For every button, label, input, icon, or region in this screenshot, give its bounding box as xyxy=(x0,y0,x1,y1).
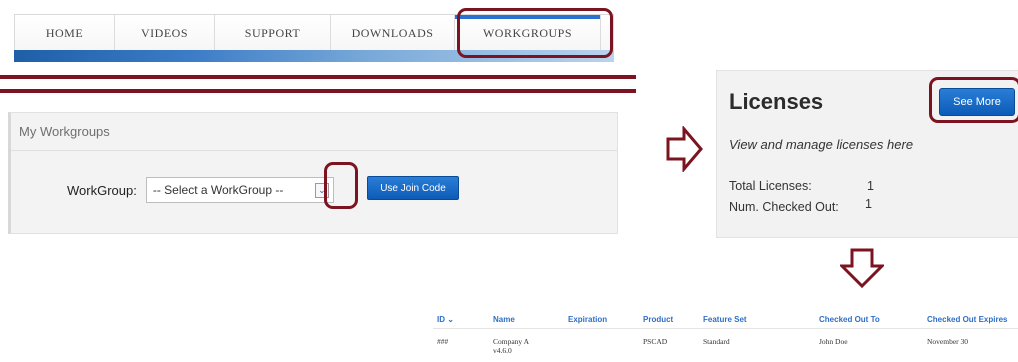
workgroup-select-row: WorkGroup: -- Select a WorkGroup -- ⌄ xyxy=(67,177,334,203)
table-cell-checked-out-expires: November 30 xyxy=(927,337,969,346)
checked-out-value: 1 xyxy=(865,197,872,211)
table-cell-product: PSCAD xyxy=(643,337,668,346)
select-dropdown-highlight xyxy=(324,162,358,209)
tab-downloads[interactable]: DOWNLOADS xyxy=(331,15,455,51)
checked-out-stat: Num. Checked Out: 1 xyxy=(729,197,872,214)
checked-out-label: Num. Checked Out: xyxy=(729,200,839,214)
column-header-name[interactable]: Name xyxy=(493,315,515,324)
licenses-title: Licenses xyxy=(729,89,824,114)
column-header-id-label: ID xyxy=(437,315,445,324)
table-cell-name-line1: Company A xyxy=(493,337,530,346)
column-header-expiration[interactable]: Expiration xyxy=(568,315,607,324)
workgroups-tab-highlight xyxy=(457,8,613,58)
arrow-right-outline-icon xyxy=(666,126,703,172)
workgroups-panel-title: My Workgroups xyxy=(11,113,617,151)
tab-home[interactable]: HOME xyxy=(15,15,115,51)
table-cell-feature-set: Standard xyxy=(703,337,730,346)
tab-support[interactable]: SUPPORT xyxy=(215,15,331,51)
tab-videos[interactable]: VIDEOS xyxy=(115,15,215,51)
total-licenses-stat: Total Licenses: 1 xyxy=(729,179,874,193)
table-header-divider xyxy=(433,328,1018,329)
table-cell-name-line2: v4.6.0 xyxy=(493,346,512,355)
table-cell-checked-out-to: John Doe xyxy=(819,337,848,346)
column-header-product[interactable]: Product xyxy=(643,315,673,324)
total-licenses-label: Total Licenses: xyxy=(729,179,812,193)
column-header-id[interactable]: ID ⌄ xyxy=(437,315,454,324)
separator-line-top xyxy=(0,75,636,79)
my-workgroups-panel: My Workgroups WorkGroup: -- Select a Wor… xyxy=(8,112,618,234)
workgroup-select[interactable]: -- Select a WorkGroup -- ⌄ xyxy=(145,177,334,203)
see-more-highlight xyxy=(929,77,1018,123)
licenses-table: ID ⌄ Name Expiration Product Feature Set… xyxy=(433,305,1018,362)
column-header-checked-out-to[interactable]: Checked Out To xyxy=(819,315,880,324)
sort-chevron-icon: ⌄ xyxy=(447,315,454,324)
table-cell-id: ### xyxy=(437,337,449,346)
use-join-code-button[interactable]: Use Join Code xyxy=(367,176,459,200)
column-header-checked-out-expires[interactable]: Checked Out Expires xyxy=(927,315,1007,324)
workgroup-label: WorkGroup: xyxy=(67,182,137,198)
workgroup-select-value: -- Select a WorkGroup -- xyxy=(152,183,284,197)
separator-line-bottom xyxy=(0,89,636,93)
column-header-feature-set[interactable]: Feature Set xyxy=(703,315,747,324)
arrow-down-outline-icon xyxy=(840,248,884,288)
licenses-description: View and manage licenses here xyxy=(729,137,914,152)
total-licenses-value: 1 xyxy=(867,179,874,193)
table-cell-name: Company A v4.6.0 xyxy=(493,337,529,355)
